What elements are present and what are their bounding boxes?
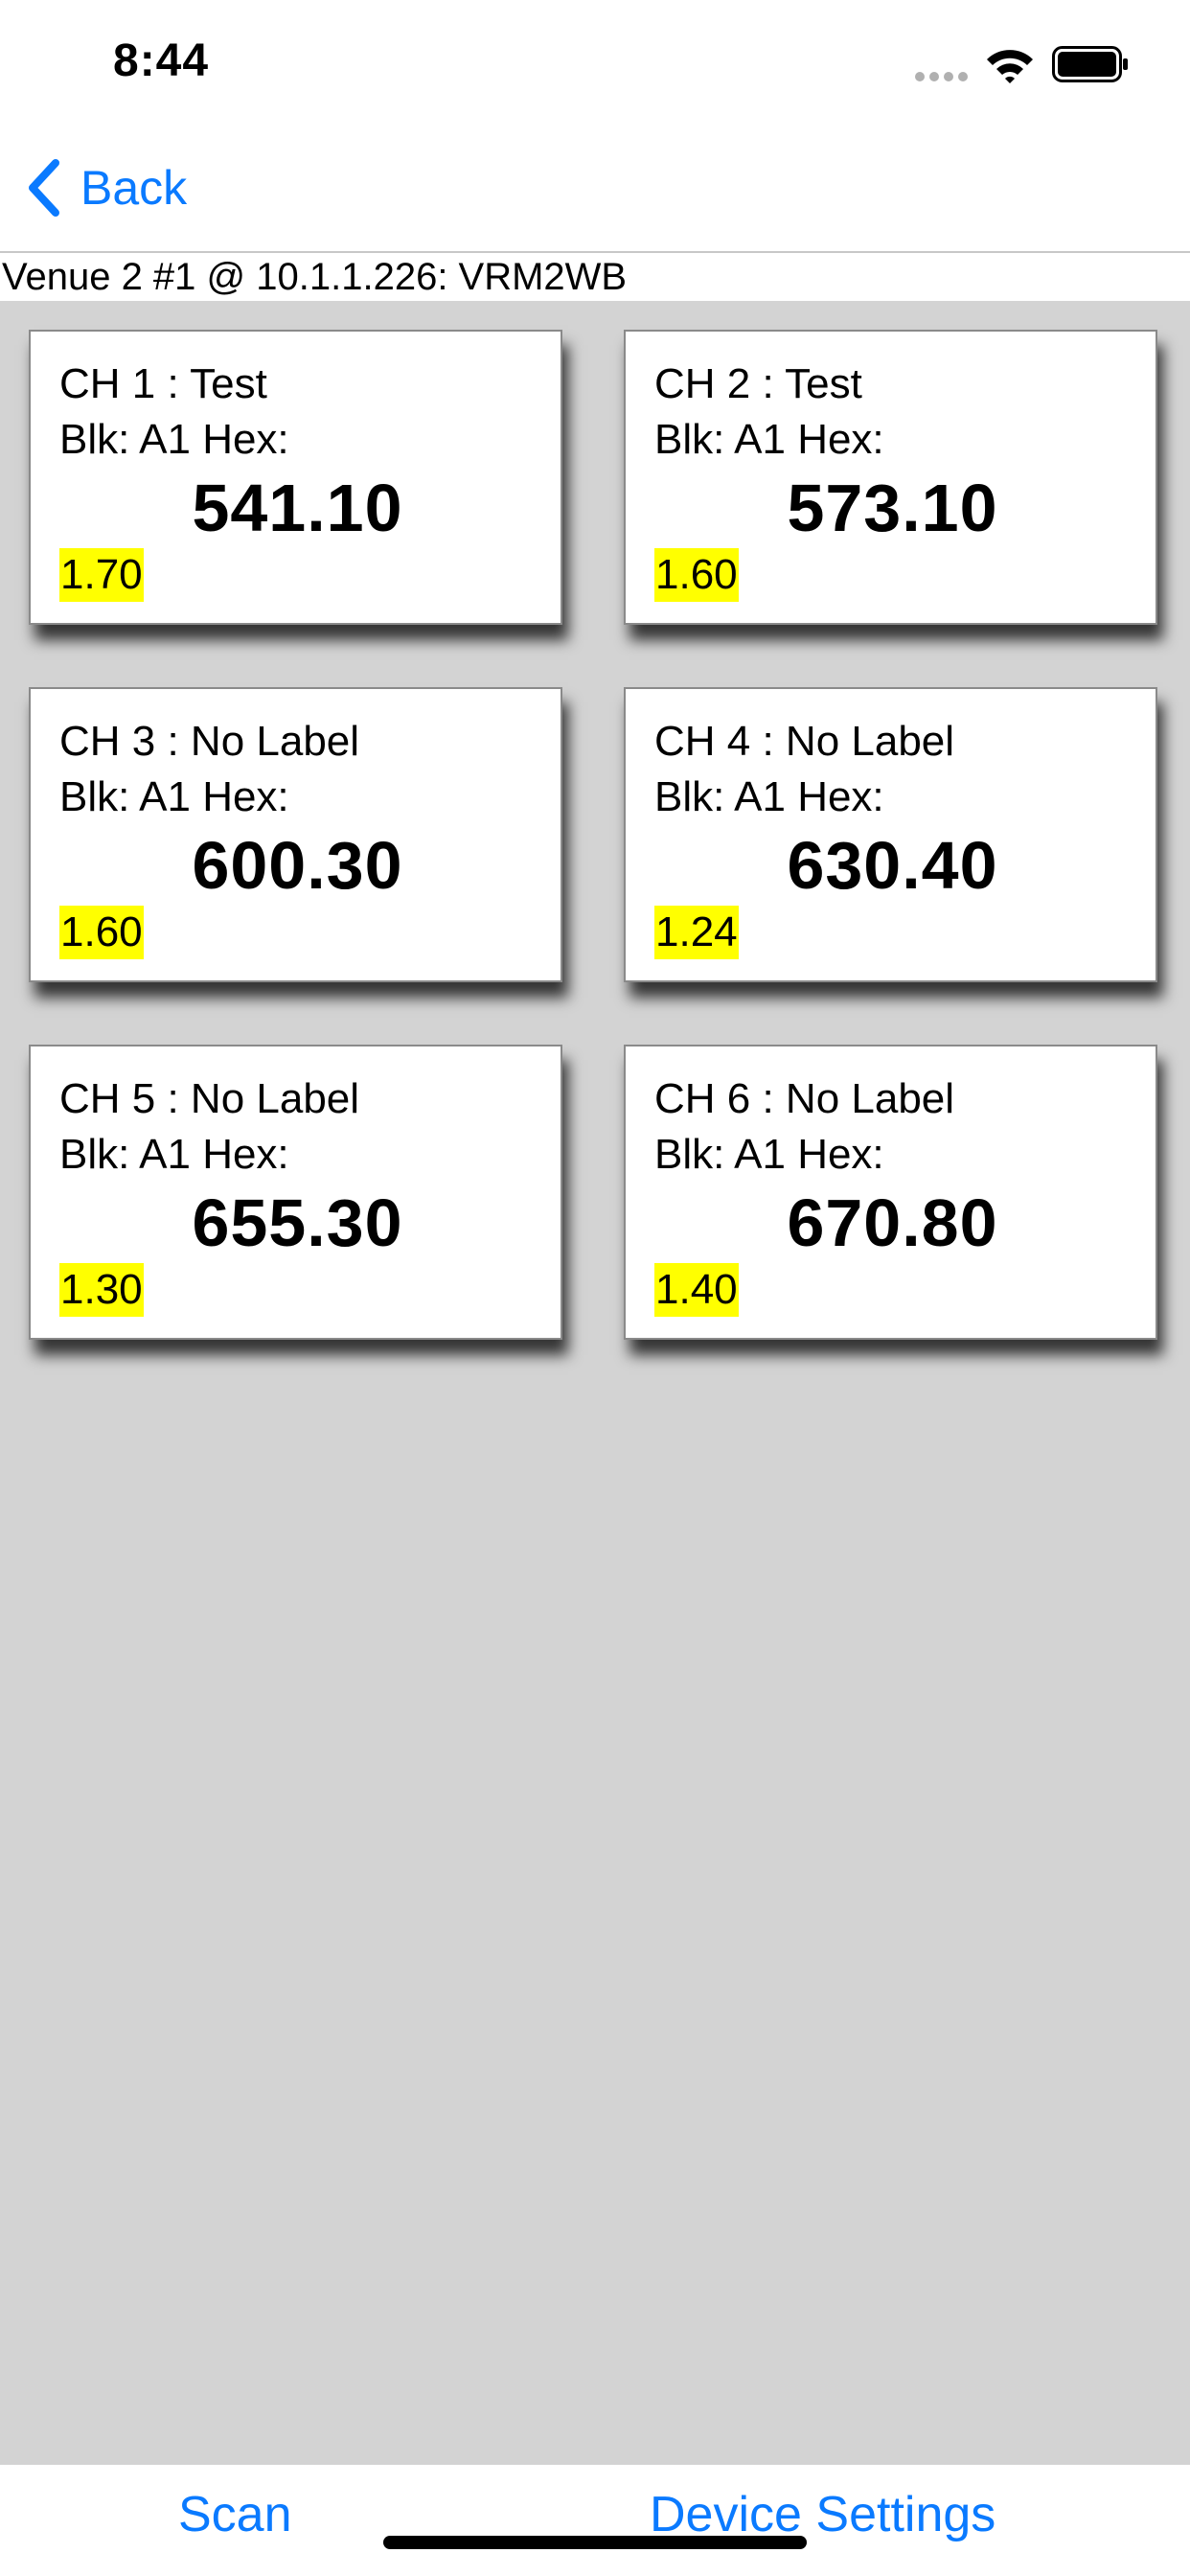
channel-title: CH 5 : No Label xyxy=(59,1075,360,1122)
channel-frequency: 630.40 xyxy=(787,828,998,903)
battery-icon xyxy=(1052,46,1128,82)
channel-frequency: 541.10 xyxy=(192,471,403,545)
channel-title: CH 2 : Test xyxy=(654,360,862,407)
channel-frequency: 670.80 xyxy=(787,1185,998,1260)
channel-block-hex: Blk: A1 Hex: xyxy=(59,416,289,463)
navigation-bar: 8:44 Back xyxy=(0,0,1190,253)
channel-card-4[interactable]: CH 4 : No Label Blk: A1 Hex: 630.40 1.24 xyxy=(624,687,1157,982)
channel-level-badge: 1.70 xyxy=(59,548,144,602)
cellular-signal-icon xyxy=(915,69,973,86)
channel-card-6[interactable]: CH 6 : No Label Blk: A1 Hex: 670.80 1.40 xyxy=(624,1045,1157,1340)
home-indicator xyxy=(383,2536,807,2549)
channel-frequency: 600.30 xyxy=(192,828,403,903)
channel-block-hex: Blk: A1 Hex: xyxy=(654,1131,884,1178)
channel-level-badge: 1.24 xyxy=(654,906,739,959)
channel-block-hex: Blk: A1 Hex: xyxy=(654,773,884,820)
channel-level-badge: 1.30 xyxy=(59,1263,144,1317)
channel-frequency: 573.10 xyxy=(787,471,998,545)
channel-card-3[interactable]: CH 3 : No Label Blk: A1 Hex: 600.30 1.60 xyxy=(29,687,562,982)
device-settings-button[interactable]: Device Settings xyxy=(650,2486,995,2543)
channel-block-hex: Blk: A1 Hex: xyxy=(654,416,884,463)
channel-card-1[interactable]: CH 1 : Test Blk: A1 Hex: 541.10 1.70 xyxy=(29,330,562,625)
channel-title: CH 3 : No Label xyxy=(59,718,360,765)
scan-button[interactable]: Scan xyxy=(178,2486,292,2543)
channel-level-badge: 1.60 xyxy=(654,548,739,602)
back-button[interactable]: Back xyxy=(25,153,187,222)
channel-title: CH 4 : No Label xyxy=(654,718,955,765)
device-header: Venue 2 #1 @ 10.1.1.226: VRM2WB xyxy=(0,253,1190,301)
wifi-icon xyxy=(987,50,1033,83)
channel-title: CH 1 : Test xyxy=(59,360,267,407)
channel-card-2[interactable]: CH 2 : Test Blk: A1 Hex: 573.10 1.60 xyxy=(624,330,1157,625)
channel-frequency: 655.30 xyxy=(192,1185,403,1260)
channel-level-badge: 1.60 xyxy=(59,906,144,959)
chevron-left-icon xyxy=(29,159,59,217)
channel-card-5[interactable]: CH 5 : No Label Blk: A1 Hex: 655.30 1.30 xyxy=(29,1045,562,1340)
status-time: 8:44 xyxy=(113,35,210,86)
channel-level-badge: 1.40 xyxy=(654,1263,739,1317)
channel-block-hex: Blk: A1 Hex: xyxy=(59,773,289,820)
channel-block-hex: Blk: A1 Hex: xyxy=(59,1131,289,1178)
channel-title: CH 6 : No Label xyxy=(654,1075,955,1122)
back-label: Back xyxy=(80,161,188,215)
